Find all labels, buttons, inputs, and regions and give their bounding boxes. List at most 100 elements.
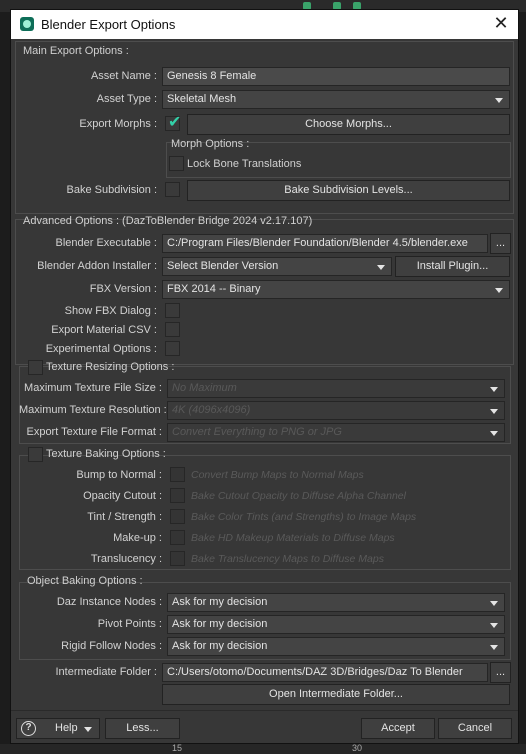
texture-baking-checkbox[interactable] <box>28 447 43 462</box>
opacity-cutout-label: Opacity Cutout : <box>83 490 162 502</box>
lock-bone-translations-checkbox[interactable] <box>169 156 184 171</box>
rigid-follow-nodes-label: Rigid Follow Nodes : <box>61 640 162 652</box>
opacity-cutout-description: Bake Cutout Opacity to Diffuse Alpha Cha… <box>191 490 406 502</box>
daz-instance-nodes-value: Ask for my decision <box>172 596 268 608</box>
export-texture-format-dropdown[interactable]: Convert Everything to PNG or JPG <box>167 423 505 442</box>
chevron-down-icon <box>490 409 498 414</box>
chevron-down-icon <box>490 387 498 392</box>
bake-subdivision-levels-button[interactable]: Bake Subdivision Levels... <box>187 180 510 201</box>
max-texture-resolution-value: 4K (4096x4096) <box>172 404 251 416</box>
pivot-points-label: Pivot Points : <box>97 618 162 630</box>
chevron-down-icon <box>495 288 503 293</box>
asset-name-input[interactable]: Genesis 8 Female <box>162 67 510 86</box>
export-texture-format-label: Export Texture File Format : <box>26 426 162 438</box>
chevron-down-icon <box>490 601 498 606</box>
max-texture-file-size-dropdown[interactable]: No Maximum <box>167 379 505 398</box>
fbx-version-dropdown[interactable]: FBX 2014 -- Binary <box>162 280 510 299</box>
tint-strength-checkbox[interactable] <box>170 509 185 524</box>
blender-executable-label: Blender Executable : <box>55 237 157 249</box>
intermediate-folder-label: Intermediate Folder : <box>55 666 158 678</box>
blender-executable-input[interactable]: C:/Program Files/Blender Foundation/Blen… <box>162 234 488 253</box>
daz-instance-nodes-dropdown[interactable]: Ask for my decision <box>167 593 505 612</box>
opacity-cutout-checkbox[interactable] <box>170 488 185 503</box>
chevron-down-icon <box>495 98 503 103</box>
experimental-options-label: Experimental Options : <box>45 343 157 355</box>
fbx-version-value: FBX 2014 -- Binary <box>167 283 261 295</box>
asset-name-label: Asset Name : <box>90 70 157 82</box>
export-texture-format-value: Convert Everything to PNG or JPG <box>172 426 342 438</box>
show-fbx-dialog-checkbox[interactable] <box>165 303 180 318</box>
chevron-down-icon <box>490 645 498 650</box>
max-texture-resolution-dropdown[interactable]: 4K (4096x4096) <box>167 401 505 420</box>
blender-executable-browse-button[interactable]: ... <box>490 233 511 254</box>
export-options-dialog: Blender Export Options ✕ Main Export Opt… <box>10 9 519 744</box>
bump-to-normal-checkbox[interactable] <box>170 467 185 482</box>
intermediate-folder-input[interactable]: C:/Users/otomo/Documents/DAZ 3D/Bridges/… <box>162 663 488 682</box>
rigid-follow-nodes-value: Ask for my decision <box>172 640 268 652</box>
fbx-version-label: FBX Version : <box>89 283 157 295</box>
object-baking-title: Object Baking Options : <box>27 575 143 587</box>
max-texture-file-size-label: Maximum Texture File Size : <box>24 382 162 394</box>
max-texture-file-size-value: No Maximum <box>172 382 237 394</box>
less-button[interactable]: Less... <box>105 718 180 739</box>
pivot-points-dropdown[interactable]: Ask for my decision <box>167 615 505 634</box>
texture-resizing-checkbox[interactable] <box>28 360 43 375</box>
accept-button[interactable]: Accept <box>361 718 435 739</box>
chevron-down-icon <box>490 623 498 628</box>
main-export-options-title: Main Export Options : <box>23 45 129 57</box>
window-title: Blender Export Options <box>41 17 176 32</box>
footer-divider <box>11 710 518 711</box>
addon-installer-label: Blender Addon Installer : <box>37 260 157 272</box>
translucency-description: Bake Translucency Maps to Diffuse Maps <box>191 553 384 565</box>
make-up-checkbox[interactable] <box>170 530 185 545</box>
bump-to-normal-description: Convert Bump Maps to Normal Maps <box>191 469 364 481</box>
max-texture-resolution-label: Maximum Texture Resolution : <box>19 404 167 416</box>
background-ruler: 15 30 <box>0 743 526 754</box>
export-morphs-label: Export Morphs : <box>79 118 157 130</box>
show-fbx-dialog-label: Show FBX Dialog : <box>64 305 157 317</box>
title-bar: Blender Export Options ✕ <box>11 10 518 39</box>
chevron-down-icon <box>377 265 385 270</box>
daz-instance-nodes-label: Daz Instance Nodes : <box>56 596 162 608</box>
bump-to-normal-label: Bump to Normal : <box>76 469 162 481</box>
help-button-label: Help <box>55 722 78 734</box>
chevron-down-icon <box>490 431 498 436</box>
texture-baking-title: Texture Baking Options : <box>46 448 166 460</box>
morph-options-title: Morph Options : <box>171 138 250 150</box>
install-plugin-button[interactable]: Install Plugin... <box>395 256 510 277</box>
lock-bone-translations-label: Lock Bone Translations <box>187 158 302 170</box>
tint-strength-description: Bake Color Tints (and Strengths) to Imag… <box>191 511 417 523</box>
translucency-checkbox[interactable] <box>170 551 185 566</box>
cancel-button[interactable]: Cancel <box>438 718 512 739</box>
export-material-csv-label: Export Material CSV : <box>51 324 157 336</box>
daz-bridge-app-icon <box>20 17 34 31</box>
bake-subdivision-label: Bake Subdivision : <box>66 184 158 196</box>
asset-type-label: Asset Type : <box>96 93 157 105</box>
tint-strength-label: Tint / Strength : <box>87 511 162 523</box>
texture-resizing-title: Texture Resizing Options : <box>46 361 175 373</box>
help-icon: ? <box>21 721 36 736</box>
export-morphs-checkbox[interactable]: ✔ <box>165 114 182 131</box>
help-button[interactable]: ? Help <box>16 718 100 739</box>
open-intermediate-folder-button[interactable]: Open Intermediate Folder... <box>162 684 510 705</box>
bake-subdivision-checkbox[interactable] <box>165 182 180 197</box>
ruler-tick-label: 30 <box>352 743 363 753</box>
make-up-label: Make-up : <box>113 532 162 544</box>
make-up-description: Bake HD Makeup Materials to Diffuse Maps <box>191 532 395 544</box>
intermediate-folder-browse-button[interactable]: ... <box>490 662 511 683</box>
choose-morphs-button[interactable]: Choose Morphs... <box>187 114 510 135</box>
asset-type-value: Skeletal Mesh <box>167 93 237 105</box>
checkmark-icon: ✔ <box>168 114 182 131</box>
close-icon[interactable]: ✕ <box>492 14 510 32</box>
ruler-tick-label: 15 <box>172 743 183 753</box>
blender-version-dropdown[interactable]: Select Blender Version <box>162 257 392 276</box>
chevron-down-icon <box>84 727 92 732</box>
blender-version-value: Select Blender Version <box>167 260 279 272</box>
pivot-points-value: Ask for my decision <box>172 618 268 630</box>
advanced-options-title: Advanced Options : (DazToBlender Bridge … <box>23 215 313 227</box>
translucency-label: Translucency : <box>90 553 162 565</box>
asset-type-dropdown[interactable]: Skeletal Mesh <box>162 90 510 109</box>
export-material-csv-checkbox[interactable] <box>165 322 180 337</box>
rigid-follow-nodes-dropdown[interactable]: Ask for my decision <box>167 637 505 656</box>
experimental-options-checkbox[interactable] <box>165 341 180 356</box>
